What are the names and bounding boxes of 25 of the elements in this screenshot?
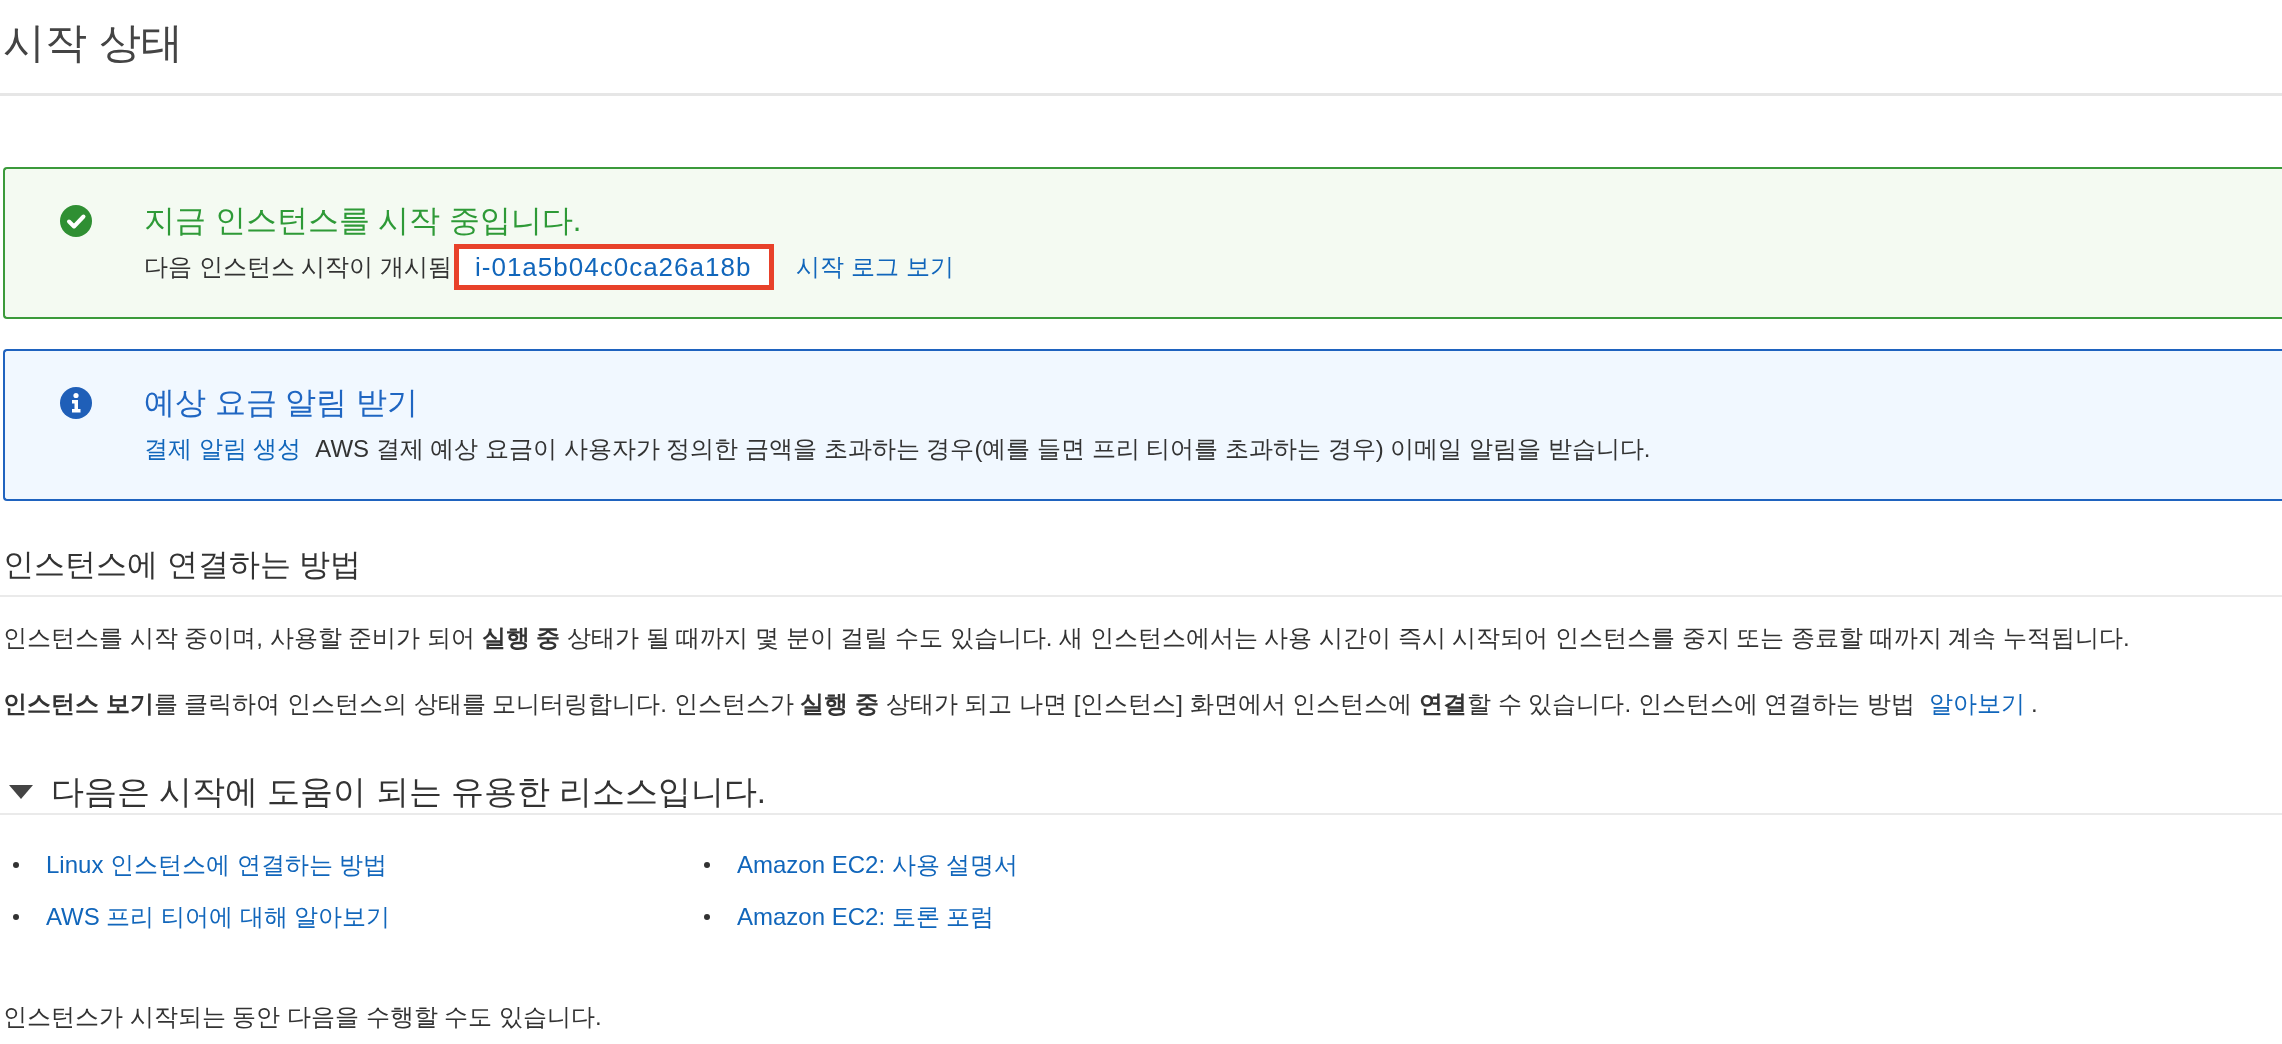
- resource-link[interactable]: Linux 인스턴스에 연결하는 방법: [46, 848, 388, 882]
- paragraph-text: 인스턴스가 시작되는 동안 다음을 수행할 수도 있습니다.: [2, 1002, 603, 1032]
- section-heading: 다음은 시작에 도움이 되는 유용한 리소스입니다.: [51, 772, 766, 812]
- inline-link[interactable]: 알아보기: [1929, 690, 2026, 717]
- resource-link[interactable]: AWS 프리 티어에 대해 알아보기: [46, 900, 391, 934]
- alert-message: 다음 인스턴스 시작이 개시됨: [144, 252, 452, 282]
- bullet-icon: [704, 862, 710, 868]
- alert-link[interactable]: i-01a5b04c0ca26a18b: [475, 250, 752, 284]
- check-circle-icon: [60, 205, 92, 237]
- section-heading: 인스턴스에 연결하는 방법: [0, 545, 2282, 597]
- bullet-icon: [13, 862, 19, 868]
- page-title: 시작 상태: [3, 18, 184, 68]
- resource-link[interactable]: Amazon EC2: 사용 설명서: [737, 848, 1019, 882]
- info-icon: [60, 387, 92, 419]
- paragraph-text: 인스턴스 보기를 클릭하여 인스턴스의 상태를 모니터링합니다. 인스턴스가 실행 중 상태가 되고 나면 [인스턴스] 화면에서 인스턴스에 연결할 수 있습니다. 인스턴스에 연결하는 방법 알아보기 .: [2, 689, 2039, 719]
- alert-link[interactable]: 결제 알림 생성: [144, 432, 302, 466]
- caret-down-icon[interactable]: [9, 785, 33, 799]
- paragraph-text: 인스턴스를 시작 중이며, 사용할 준비가 되어 실행 중 상태가 될 때까지 몇 분이 걸릴 수도 있습니다. 새 인스턴스에서는 사용 시간이 즉시 시작되어 인스턴스를 중지 또는 종료할 때까지 계속 누적됩니다.: [2, 623, 2131, 653]
- bullet-icon: [13, 914, 19, 920]
- resource-link[interactable]: Amazon EC2: 토론 포럼: [737, 900, 995, 934]
- alert-message: AWS 결제 예상 요금이 사용자가 정의한 금액을 초과하는 경우(예를 들면 프리 티어를 초과하는 경우) 이메일 알림을 받습니다.: [315, 434, 1651, 464]
- alert-title: 예상 요금 알림 받기: [144, 384, 419, 422]
- alert-title: 지금 인스턴스를 시작 중입니다.: [144, 202, 583, 240]
- bullet-icon: [704, 914, 710, 920]
- alert-link[interactable]: 시작 로그 보기: [796, 250, 954, 284]
